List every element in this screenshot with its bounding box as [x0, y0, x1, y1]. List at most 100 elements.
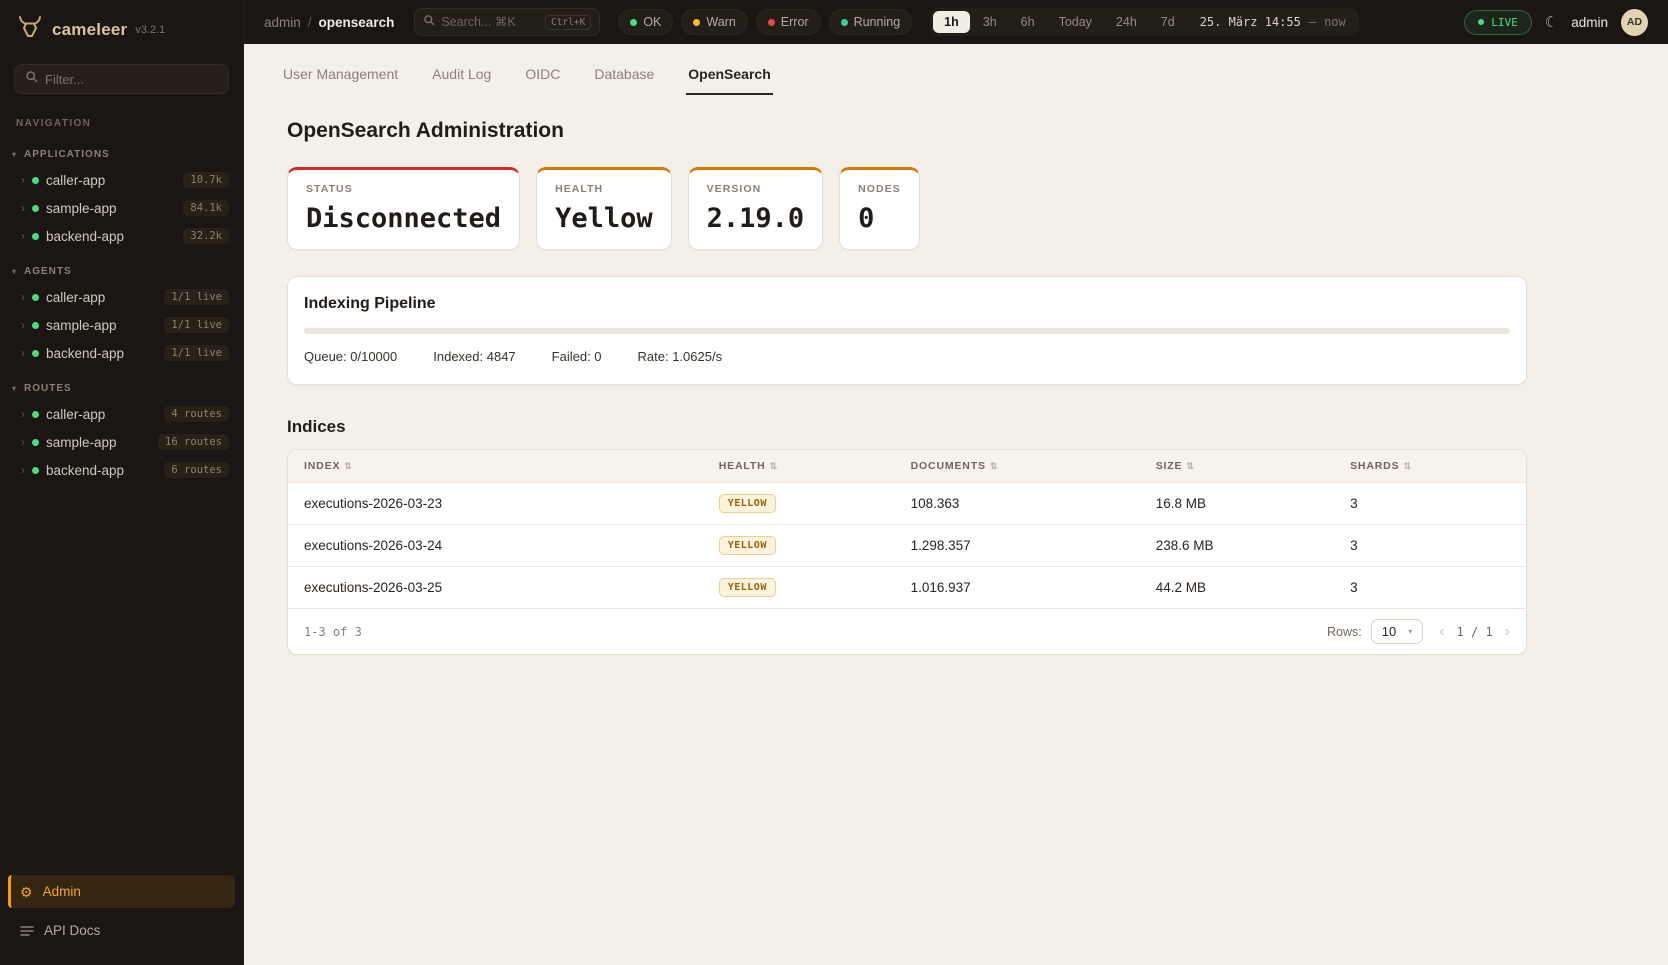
- chevron-right-icon: ›: [21, 464, 25, 476]
- range-1h[interactable]: 1h: [933, 11, 970, 33]
- sort-icon: ⇅: [770, 461, 778, 471]
- sidebar-item-caller-app[interactable]: › caller-app 10.7k: [0, 166, 243, 194]
- chevron-right-icon: ›: [21, 230, 25, 242]
- sidebar-item-agent-backend-app[interactable]: › backend-app 1/1 live: [0, 339, 243, 367]
- chevron-right-icon: ›: [21, 291, 25, 303]
- sidebar-item-api-docs[interactable]: API Docs: [8, 914, 235, 947]
- item-label: caller-app: [46, 290, 105, 305]
- dark-mode-toggle[interactable]: ☾: [1545, 15, 1558, 30]
- tab-database[interactable]: Database: [592, 64, 656, 95]
- sidebar-section-routes: ▾ ROUTES › caller-app 4 routes › sample-…: [0, 379, 243, 484]
- search-input[interactable]: [441, 15, 539, 29]
- opensearch-panel: OpenSearch Administration STATUS Disconn…: [281, 119, 1527, 655]
- pipeline-failed: Failed: 0: [552, 349, 602, 364]
- filter-ok-button[interactable]: OK: [618, 9, 673, 35]
- range-3h[interactable]: 3h: [972, 11, 1008, 33]
- filter-warn-button[interactable]: Warn: [681, 9, 747, 35]
- rows-per-page-value: 10: [1382, 624, 1396, 639]
- table-row[interactable]: executions-2026-03-23 YELLOW 108.363 16.…: [288, 483, 1526, 525]
- next-page-button[interactable]: ›: [1505, 624, 1510, 640]
- sort-icon: ⇅: [344, 461, 352, 471]
- date-range-display[interactable]: 25. März 14:55 — now: [1200, 15, 1346, 29]
- item-label: backend-app: [46, 346, 124, 361]
- column-header-documents[interactable]: DOCUMENTS⇅: [895, 450, 1140, 483]
- range-6h[interactable]: 6h: [1010, 11, 1046, 33]
- topbar: admin / opensearch Ctrl+K OK: [244, 0, 1668, 44]
- pagination: ‹ 1 / 1 ›: [1439, 624, 1510, 640]
- sidebar-item-routes-sample-app[interactable]: › sample-app 16 routes: [0, 428, 243, 456]
- app-version: v3.2.1: [135, 24, 165, 36]
- app-logo[interactable]: cameleer v3.2.1: [0, 0, 243, 56]
- section-header-routes[interactable]: ▾ ROUTES: [0, 379, 243, 400]
- sidebar-footer: ⚙ Admin API Docs: [0, 863, 243, 965]
- cell-documents: 1.016.937: [895, 567, 1140, 609]
- tab-audit-log[interactable]: Audit Log: [430, 64, 493, 95]
- sidebar-item-routes-caller-app[interactable]: › caller-app 4 routes: [0, 400, 243, 428]
- stat-label: NODES: [858, 183, 901, 195]
- sidebar-item-agent-caller-app[interactable]: › caller-app 1/1 live: [0, 283, 243, 311]
- chevron-down-icon: ▾: [12, 384, 17, 393]
- cell-health: YELLOW: [703, 483, 895, 525]
- range-24h[interactable]: 24h: [1105, 11, 1148, 33]
- sort-icon: ⇅: [1186, 461, 1194, 471]
- sidebar: cameleer v3.2.1 NAVIGATION ▾ APPLICATION…: [0, 0, 244, 965]
- indices-table-card: INDEX⇅ HEALTH⇅ DOCUMENTS⇅ SIZE⇅: [287, 449, 1527, 655]
- cell-size: 16.8 MB: [1140, 483, 1334, 525]
- stat-value: Yellow: [555, 203, 653, 234]
- topbar-right: LIVE ☾ admin AD: [1464, 9, 1648, 36]
- cell-shards: 3: [1334, 567, 1526, 609]
- section-header-agents[interactable]: ▾ AGENTS: [0, 262, 243, 283]
- table-row[interactable]: executions-2026-03-24 YELLOW 1.298.357 2…: [288, 525, 1526, 567]
- sidebar-item-admin[interactable]: ⚙ Admin: [8, 875, 235, 908]
- status-dot: [32, 294, 39, 301]
- column-header-shards[interactable]: SHARDS⇅: [1334, 450, 1526, 483]
- breadcrumb-admin[interactable]: admin: [264, 15, 301, 30]
- routes-badge: 6 routes: [164, 462, 229, 478]
- filter-label: OK: [643, 15, 661, 29]
- breadcrumb-separator: /: [308, 15, 312, 30]
- pipeline-stats: Queue: 0/10000 Indexed: 4847 Failed: 0 R…: [304, 349, 1510, 364]
- stat-cards: STATUS Disconnected HEALTH Yellow VERSIO…: [287, 167, 1527, 250]
- search-icon: [423, 13, 435, 31]
- tab-oidc[interactable]: OIDC: [523, 64, 562, 95]
- column-label: DOCUMENTS: [911, 460, 986, 472]
- live-toggle[interactable]: LIVE: [1464, 10, 1532, 35]
- rows-per-page-select[interactable]: 10 ▾: [1371, 619, 1423, 644]
- cell-size: 44.2 MB: [1140, 567, 1334, 609]
- prev-page-button[interactable]: ‹: [1439, 624, 1444, 640]
- range-today[interactable]: Today: [1048, 11, 1103, 33]
- filter-input[interactable]: [45, 72, 218, 87]
- column-label: INDEX: [304, 460, 340, 472]
- page-content: User Management Audit Log OIDC Database …: [244, 44, 1668, 965]
- date-from: 25. März 14:55: [1200, 15, 1301, 29]
- status-dot: [32, 233, 39, 240]
- column-label: SIZE: [1156, 460, 1183, 472]
- table-row[interactable]: executions-2026-03-25 YELLOW 1.016.937 4…: [288, 567, 1526, 609]
- date-separator: —: [1309, 15, 1316, 29]
- health-badge: YELLOW: [719, 536, 776, 555]
- indices-table: INDEX⇅ HEALTH⇅ DOCUMENTS⇅ SIZE⇅: [288, 450, 1526, 609]
- tab-opensearch[interactable]: OpenSearch: [686, 64, 772, 95]
- moon-icon: ☾: [1545, 14, 1558, 31]
- filter-running-button[interactable]: Running: [829, 9, 913, 35]
- sidebar-item-backend-app[interactable]: › backend-app 32.2k: [0, 222, 243, 250]
- cell-health: YELLOW: [703, 525, 895, 567]
- tab-user-management[interactable]: User Management: [281, 64, 400, 95]
- gear-icon: ⚙: [20, 885, 33, 899]
- column-header-size[interactable]: SIZE⇅: [1140, 450, 1334, 483]
- main-area: admin / opensearch Ctrl+K OK: [244, 0, 1668, 965]
- section-header-applications[interactable]: ▾ APPLICATIONS: [0, 145, 243, 166]
- row-range-label: 1-3 of 3: [304, 625, 362, 639]
- stat-card-version: VERSION 2.19.0: [688, 167, 824, 250]
- sidebar-item-routes-backend-app[interactable]: › backend-app 6 routes: [0, 456, 243, 484]
- filter-error-button[interactable]: Error: [756, 9, 821, 35]
- range-7d[interactable]: 7d: [1150, 11, 1186, 33]
- avatar[interactable]: AD: [1621, 9, 1648, 36]
- status-filters: OK Warn Error Running: [618, 9, 912, 35]
- chevron-right-icon: ›: [21, 202, 25, 214]
- filter-label: Running: [854, 15, 901, 29]
- column-header-health[interactable]: HEALTH⇅: [703, 450, 895, 483]
- column-header-index[interactable]: INDEX ⇅: [288, 450, 703, 483]
- sidebar-item-agent-sample-app[interactable]: › sample-app 1/1 live: [0, 311, 243, 339]
- sidebar-item-sample-app[interactable]: › sample-app 84.1k: [0, 194, 243, 222]
